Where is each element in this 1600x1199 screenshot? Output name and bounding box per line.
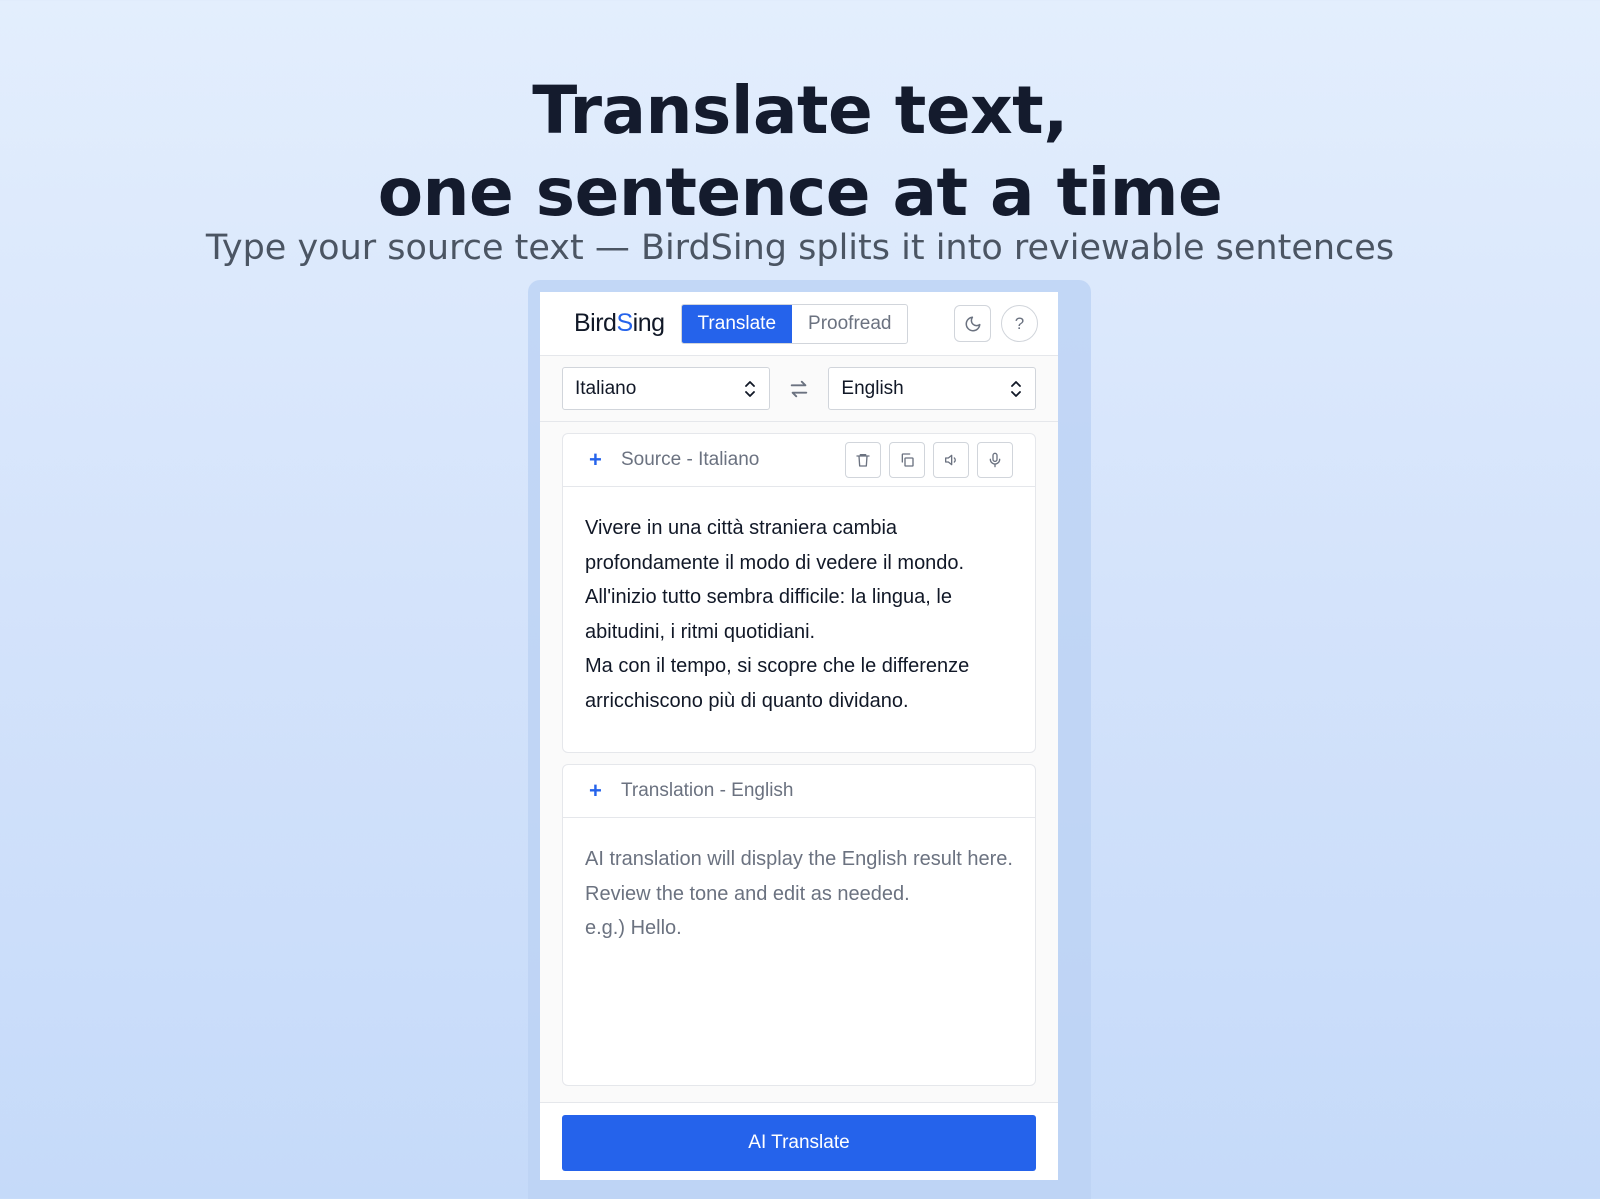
logo-text-accent: S (616, 309, 633, 337)
hero-title-line-2: one sentence at a time (377, 154, 1223, 231)
language-bar: Italiano English (540, 356, 1058, 422)
editor-area: + Source - Italiano Vivere in una città … (540, 422, 1058, 1102)
source-language-value: Italiano (575, 377, 637, 399)
mode-tabs: Translate Proofread (680, 303, 909, 344)
logo-text-part-1: Bird (574, 309, 617, 337)
target-language-select[interactable]: English (828, 367, 1036, 410)
hero-title: Translate text, one sentence at a time (0, 70, 1600, 234)
translation-placeholder-line: Review the tone and edit as needed. (585, 882, 910, 905)
tab-proofread[interactable]: Proofread (792, 305, 907, 343)
speaker-icon (945, 454, 956, 466)
source-sentence[interactable]: Ma con il tempo, si scopre che le differ… (585, 649, 1013, 718)
source-language-select[interactable]: Italiano (562, 367, 770, 410)
translation-placeholder-line: e.g.) Hello. (585, 917, 682, 939)
help-button[interactable]: ? (1001, 305, 1038, 342)
speak-button[interactable] (933, 442, 969, 478)
source-panel: + Source - Italiano Vivere in una città … (562, 433, 1036, 753)
swap-arrows-icon (790, 380, 808, 397)
microphone-icon (989, 452, 1001, 468)
source-panel-title: Source - Italiano (621, 449, 760, 470)
trash-icon (856, 454, 870, 467)
top-bar: BirdSing Translate Proofread ? (540, 292, 1058, 356)
action-bar: AI Translate (540, 1102, 1058, 1182)
translation-text-area[interactable]: AI translation will display the English … (563, 818, 1035, 1085)
copy-icon (901, 453, 914, 467)
translation-placeholder-line: AI translation will display the English … (585, 848, 1013, 870)
swap-languages-button[interactable] (770, 378, 829, 400)
tab-translate[interactable]: Translate (681, 304, 793, 343)
hero-subtitle: Type your source text — BirdSing splits … (205, 228, 1395, 268)
plus-icon[interactable]: + (589, 447, 621, 473)
app-window: BirdSing Translate Proofread ? Italiano … (540, 292, 1058, 1180)
logo-text-part-2: ing (632, 309, 665, 337)
ai-translate-button[interactable]: AI Translate (562, 1114, 1036, 1171)
translation-panel-header: + Translation - English (563, 765, 1035, 818)
app-logo: BirdSing (574, 309, 665, 338)
theme-toggle-button[interactable] (954, 305, 991, 342)
moon-icon (965, 316, 980, 331)
source-text-area[interactable]: Vivere in una città straniera cambia pro… (563, 487, 1035, 752)
source-sentence[interactable]: All'inizio tutto sembra difficile: la li… (585, 580, 1013, 649)
clear-button[interactable] (845, 442, 881, 478)
translation-panel: + Translation - English AI translation w… (562, 764, 1036, 1086)
source-sentence[interactable]: Vivere in una città straniera cambia pro… (585, 511, 1013, 580)
plus-icon[interactable]: + (589, 778, 621, 804)
translation-panel-title: Translation - English (621, 780, 794, 801)
chevron-updown-icon (744, 380, 755, 397)
target-language-value: English (841, 377, 904, 399)
dictate-button[interactable] (977, 442, 1013, 478)
chevron-updown-icon (1011, 380, 1021, 397)
hero-title-line-1: Translate text, (532, 72, 1068, 149)
source-panel-header: + Source - Italiano (563, 434, 1035, 487)
copy-button[interactable] (889, 442, 925, 478)
